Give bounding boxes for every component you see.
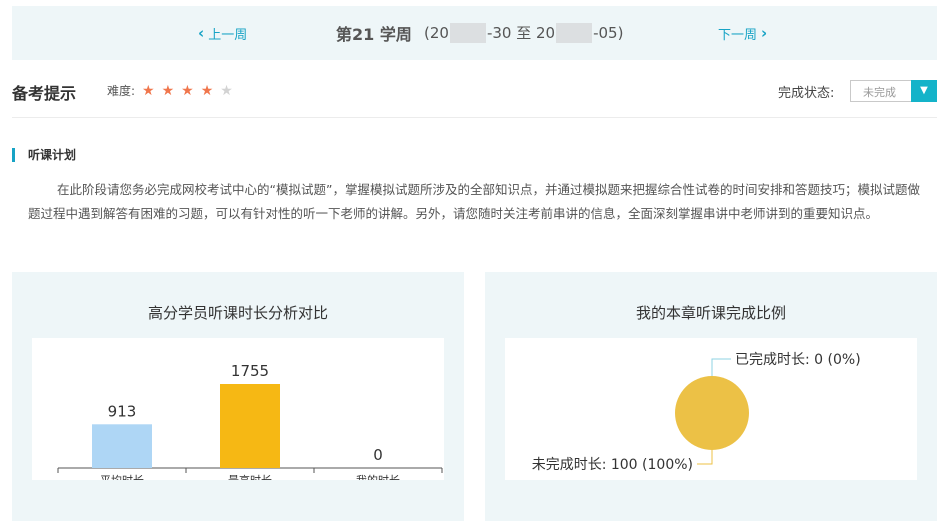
caret-down-icon[interactable]: ▼ (911, 80, 937, 102)
completion-status-value: 未完成 (863, 86, 896, 99)
week-navigation: ‹ 上一周 第21 学周 (20 -30 至 20 -05) 下一周 › (12, 6, 937, 60)
next-week-label: 下一周 (718, 28, 758, 43)
bar-chart-area: 913 平均时长 1755 最高时长 0 我的时长 (32, 338, 444, 487)
exam-tips-row: 备考提示 难度: ★ ★ ★ ★ ★ 完成状态: 未完成 ▼ (12, 70, 937, 118)
range-close: -05) (593, 23, 624, 42)
star-icon: ★ (161, 82, 175, 99)
completion-status-label: 完成状态: (778, 86, 835, 101)
star-icon: ★ (220, 82, 233, 99)
difficulty-label: 难度: (107, 84, 136, 98)
study-plan-heading: 听课计划 (12, 148, 76, 162)
week-date-range: (20 -30 至 20 -05) (424, 22, 623, 43)
x-tick-label: 最高时长 (228, 473, 272, 480)
bar-chart-title: 高分学员听课时长分析对比 (147, 304, 328, 322)
pie-chart-area: 已完成时长: 0 (0%) 未完成时长: 100 (100%) (505, 338, 917, 480)
prev-week-button[interactable]: ‹ 上一周 (198, 24, 248, 44)
pie-leader-line-completed (711, 358, 731, 376)
pie-chart: 已完成时长: 0 (0%) 未完成时长: 100 (100%) (532, 352, 861, 473)
range-mid: -30 至 20 (486, 24, 556, 42)
pie-label-incomplete: 未完成时长: 100 (100%) (532, 457, 693, 473)
bar-value-label: 1755 (231, 362, 269, 380)
chevron-right-icon: › (761, 24, 768, 42)
bar-2 (220, 384, 280, 468)
difficulty-stars: ★ ★ ★ ★ ★ (135, 84, 233, 98)
range-open: (20 (424, 23, 449, 42)
bar-1 (92, 424, 152, 468)
week-title: 第21 学周 (336, 25, 412, 44)
next-week-button[interactable]: 下一周 › (718, 24, 768, 44)
pie-chart-title: 我的本章听课完成比例 (635, 304, 786, 322)
star-icon: ★ (200, 82, 214, 99)
star-icon: ★ (142, 82, 155, 99)
redacted-year-block (449, 22, 486, 43)
bar-value-label: 0 (373, 446, 383, 464)
exam-tips-title: 备考提示 (12, 84, 77, 103)
chevron-left-icon: ‹ (198, 24, 205, 42)
completion-ratio-panel: 我的本章听课完成比例 已完成时长: 0 (0%) 未完成时长: 100 (100%… (485, 272, 937, 521)
study-plan-text: 在此阶段请您务必完成网校考试中心的“模拟试题”，掌握模拟试题所涉及的全部知识点，… (28, 182, 920, 221)
bar-value-label: 913 (108, 402, 137, 420)
bar-chart: 913 平均时长 1755 最高时长 0 我的时长 (57, 362, 443, 487)
difficulty-rating: 难度: ★ ★ ★ ★ ★ (107, 82, 233, 99)
x-tick-label: 我的时长 (356, 473, 400, 480)
pie-leader-line-incomplete (697, 450, 713, 465)
completion-status-select[interactable]: 未完成 ▼ (850, 80, 937, 102)
prev-week-label: 上一周 (208, 28, 248, 43)
pie-slice-incomplete (675, 376, 749, 450)
star-icon: ★ (181, 82, 194, 99)
x-tick-label: 平均时长 (100, 474, 144, 480)
redacted-year-block (556, 22, 593, 43)
pie-label-completed: 已完成时长: 0 (0%) (735, 352, 861, 368)
duration-comparison-panel: 高分学员听课时长分析对比 913 平均时长 1755 最高时长 0 我的时长 (12, 272, 464, 521)
